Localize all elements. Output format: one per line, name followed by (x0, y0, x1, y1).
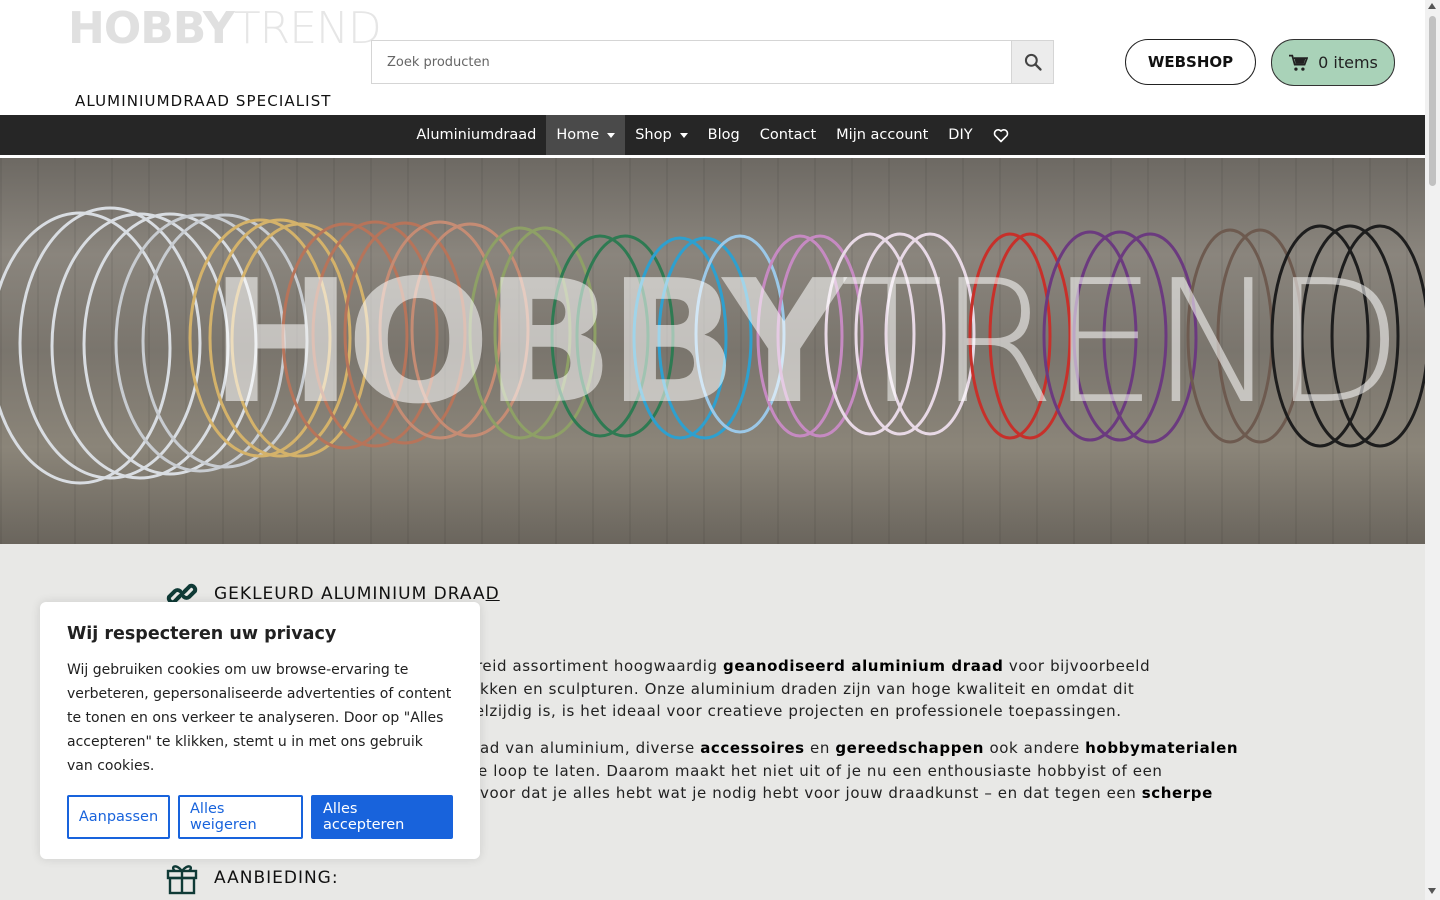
heart-icon (993, 128, 1008, 142)
main-nav: Aluminiumdraad Home Shop Blog Contact Mi… (0, 115, 1425, 155)
webshop-button[interactable]: WEBSHOP (1125, 39, 1256, 85)
nav-item-wishlist[interactable] (983, 115, 1019, 155)
nav-label: Home (556, 127, 600, 143)
cookie-consent-dialog: Wij respecteren uw privacy Wij gebruiken… (40, 602, 480, 859)
cookie-accept-button[interactable]: Alles accepteren (311, 795, 453, 839)
hero-logo-overlay: HOBBYTREND (210, 258, 1403, 428)
nav-item-shop[interactable]: Shop (625, 115, 697, 155)
nav-label: Mijn account (836, 127, 929, 143)
search-button[interactable] (1011, 41, 1053, 83)
scroll-down-arrow[interactable] (1428, 888, 1436, 894)
cookie-buttons: Aanpassen Alles weigeren Alles acceptere… (67, 795, 453, 839)
scroll-up-arrow[interactable] (1428, 3, 1436, 9)
section-title-text: GEKLEURD ALUMINIUM DRAAD (214, 584, 500, 604)
nav-item-diy[interactable]: DIY (938, 115, 982, 155)
cart-button[interactable]: 0 items (1271, 39, 1395, 86)
section-title-tail: D (485, 584, 500, 604)
site-logo[interactable]: HOBBYTREND (68, 7, 382, 51)
site-header: HOBBYTREND ALUMINIUMDRAAD SPECIALIST WEB… (0, 0, 1425, 115)
nav-label: DIY (948, 127, 973, 143)
cookie-reject-button[interactable]: Alles weigeren (178, 795, 303, 839)
cookie-customize-button[interactable]: Aanpassen (67, 795, 170, 839)
cookie-title: Wij respecteren uw privacy (67, 624, 337, 644)
page-scrollbar[interactable] (1425, 0, 1440, 900)
nav-item-aluminiumdraad[interactable]: Aluminiumdraad (406, 115, 546, 155)
hero-overlay-light: TREND (839, 244, 1403, 442)
nav-label: Shop (635, 127, 672, 143)
section-title-aanbieding: AANBIEDING: (166, 861, 339, 895)
cart-count-label: 0 items (1318, 53, 1378, 72)
nav-label: Aluminiumdraad (416, 127, 537, 143)
search-icon (1024, 53, 1042, 71)
hero-overlay-bold: HOBBY (210, 244, 846, 442)
nav-item-mijn-account[interactable]: Mijn account (826, 115, 938, 155)
nav-item-home[interactable]: Home (546, 115, 626, 155)
nav-label: Contact (759, 127, 817, 143)
nav-item-contact[interactable]: Contact (750, 115, 826, 155)
nav-item-blog[interactable]: Blog (698, 115, 750, 155)
nav-label: Blog (707, 127, 740, 143)
gift-icon (166, 865, 198, 895)
logo-bold-text: HOBBY (68, 3, 235, 54)
section-title-text: AANBIEDING: (214, 868, 339, 888)
site-tagline: ALUMINIUMDRAAD SPECIALIST (75, 92, 332, 110)
search-form (371, 40, 1054, 84)
cart-icon (1289, 54, 1309, 71)
scroll-thumb[interactable] (1429, 16, 1436, 186)
hero-banner: HOBBYTREND (0, 158, 1425, 544)
chevron-down-icon (607, 132, 616, 138)
logo-light-text: TREND (233, 3, 382, 54)
chevron-down-icon (679, 132, 688, 138)
cookie-description: Wij gebruiken cookies om uw browse-ervar… (67, 662, 452, 774)
search-input[interactable] (372, 41, 1011, 83)
section-title-main: GEKLEURD ALUMINIUM DRAA (214, 584, 486, 604)
